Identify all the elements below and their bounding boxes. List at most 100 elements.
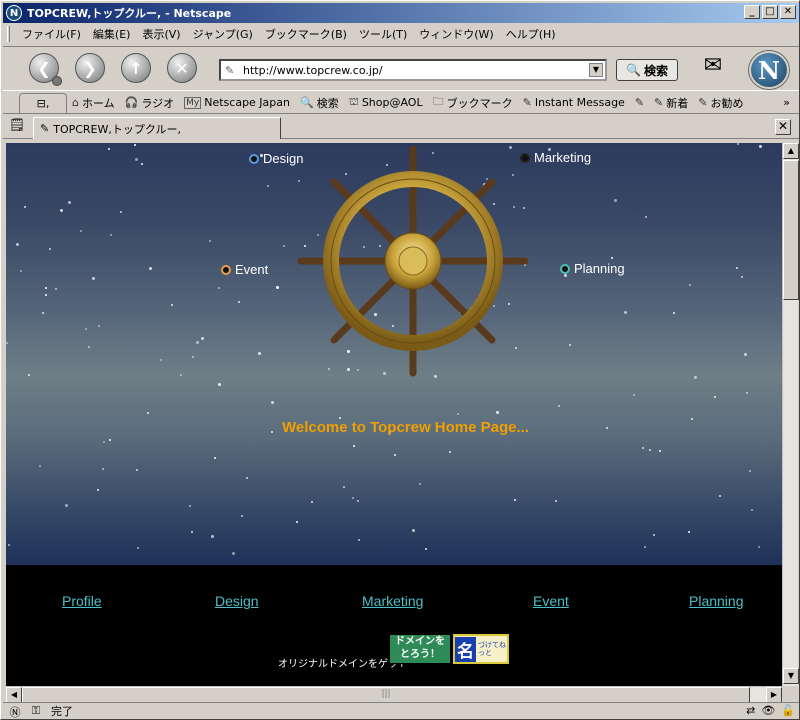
star [171, 304, 173, 306]
star [8, 544, 10, 546]
horizontal-scrollbar[interactable]: ◀ ||| ▶ [6, 686, 782, 703]
menu-window[interactable]: ウィンドウ(W) [413, 26, 499, 42]
menu-edit[interactable]: 編集(E) [87, 26, 137, 42]
personal-item-unnamed[interactable]: ✎ [630, 96, 649, 109]
star [80, 230, 82, 232]
link-marketing[interactable]: Marketing [362, 593, 423, 609]
star [749, 470, 751, 472]
horizontal-scroll-thumb[interactable]: ||| [22, 687, 750, 703]
folder-icon: 🗀 [432, 95, 444, 108]
vertical-scroll-thumb[interactable] [783, 160, 799, 300]
personal-item-netscape-japan[interactable]: My Netscape Japan [179, 96, 295, 109]
menu-bookmarks[interactable]: ブックマーク(B) [259, 26, 353, 42]
star [412, 529, 415, 532]
nav-marketing[interactable]: Marketing [520, 150, 591, 165]
personal-item-label: Instant Message [534, 96, 625, 109]
search-icon: 🔍 [300, 96, 314, 109]
star [28, 374, 30, 376]
domain-banner-line1: ドメインを [395, 636, 445, 647]
nav-event-label[interactable]: Event [235, 262, 268, 277]
toolbar-grip[interactable] [7, 26, 10, 42]
personal-item-instant-message[interactable]: ✎ Instant Message [518, 96, 630, 109]
privacy-icon[interactable]: 👁 [761, 704, 775, 717]
menu-help[interactable]: ヘルプ(H) [500, 26, 562, 42]
domain-banner[interactable]: ドメインを とろう！ [389, 634, 451, 664]
menu-tools[interactable]: ツール(T) [353, 26, 413, 42]
reload-button[interactable]: ↑ [121, 53, 151, 83]
nav-event[interactable]: Event [221, 262, 268, 277]
link-profile[interactable]: Profile [62, 593, 102, 609]
star [425, 548, 427, 550]
personal-item-new[interactable]: ✎ 新着 [649, 95, 693, 111]
personal-item-search[interactable]: 🔍 検索 [295, 95, 344, 111]
star [614, 199, 617, 202]
personal-item-label: Shop@AOL [361, 96, 423, 109]
minimize-button[interactable]: _ [744, 5, 760, 19]
personal-item-home[interactable]: ⌂ ホーム [67, 95, 120, 111]
connection-icon: ⇄ [746, 704, 756, 717]
link-planning[interactable]: Planning [689, 593, 744, 609]
forward-button[interactable]: ❯ [75, 53, 105, 83]
tab-topcrew[interactable]: ✎ TOPCREW,トップクルー, [33, 117, 281, 139]
scroll-down-button[interactable]: ▼ [783, 668, 799, 684]
nav-design[interactable]: Design [249, 151, 303, 166]
bookmark-pin-icon: ✎ [698, 96, 708, 109]
star [49, 248, 51, 250]
url-bar[interactable]: ✎ ▼ [219, 59, 607, 81]
maximize-button[interactable]: □ [762, 5, 778, 19]
new-tab-icon[interactable]: 🗒 [8, 118, 26, 136]
scroll-up-button[interactable]: ▲ [783, 143, 799, 159]
link-event[interactable]: Event [533, 593, 569, 609]
personal-item-shop-aol[interactable]: ⛫ Shop@AOL [344, 95, 428, 110]
nav-marketing-label[interactable]: Marketing [534, 150, 591, 165]
star [6, 342, 8, 344]
star [149, 267, 152, 270]
lock-icon[interactable]: 🔓 [781, 704, 795, 717]
close-tab-button[interactable]: ✕ [775, 119, 791, 135]
star [719, 495, 721, 497]
search-button[interactable]: 🔍 検索 [616, 59, 678, 81]
url-dropdown-icon[interactable]: ▼ [589, 63, 603, 77]
bookmark-pin-icon[interactable]: ✎ [225, 64, 239, 77]
toolbar-overflow-chevron[interactable]: » [778, 96, 795, 109]
close-window-button[interactable]: ✕ [780, 5, 796, 19]
star [45, 287, 47, 289]
star [283, 245, 285, 247]
star [744, 353, 747, 356]
star [606, 427, 608, 429]
star [758, 546, 760, 548]
netscape-status-icon[interactable]: Ⓝ [6, 704, 24, 719]
star [649, 449, 651, 451]
back-arrow-icon: ❮ [37, 58, 51, 78]
star [741, 276, 743, 278]
stop-button[interactable]: ✕ [167, 53, 197, 83]
nazuketenetto-banner[interactable]: 名 づけてねっと [453, 634, 509, 664]
star [271, 431, 273, 433]
personal-item-radio[interactable]: 🎧 ラジオ [120, 95, 179, 111]
star [751, 509, 753, 511]
menu-go[interactable]: ジャンプ(G) [187, 26, 259, 42]
personal-item-recommend[interactable]: ✎ お勧め [693, 95, 748, 111]
nazuke-logo-main: 名 [455, 636, 476, 662]
menu-file[interactable]: ファイル(F) [16, 26, 87, 42]
personal-item-bookmarks[interactable]: 🗀 ブックマーク [428, 93, 518, 112]
url-input[interactable] [243, 63, 583, 77]
scroll-right-button[interactable]: ▶ [766, 687, 782, 703]
netscape-logo[interactable]: N [749, 51, 789, 89]
star [16, 243, 19, 246]
star [160, 359, 162, 361]
sidebar-tab-icon[interactable]: ⊟, [19, 92, 67, 113]
scroll-left-button[interactable]: ◀ [6, 687, 22, 703]
link-design[interactable]: Design [215, 593, 259, 609]
menu-view[interactable]: 表示(V) [136, 26, 186, 42]
star [60, 209, 63, 212]
nav-design-label[interactable]: Design [263, 151, 303, 166]
mail-icon[interactable]: ✉ [699, 53, 727, 81]
back-button[interactable]: ❮ [29, 53, 62, 86]
security-status-icon[interactable]: ⚿ [27, 704, 45, 718]
star [98, 325, 100, 327]
star [209, 240, 211, 242]
nav-planning[interactable]: Planning [560, 261, 625, 276]
vertical-scrollbar[interactable]: ▲ ▼ [782, 143, 799, 686]
nav-planning-label[interactable]: Planning [574, 261, 625, 276]
